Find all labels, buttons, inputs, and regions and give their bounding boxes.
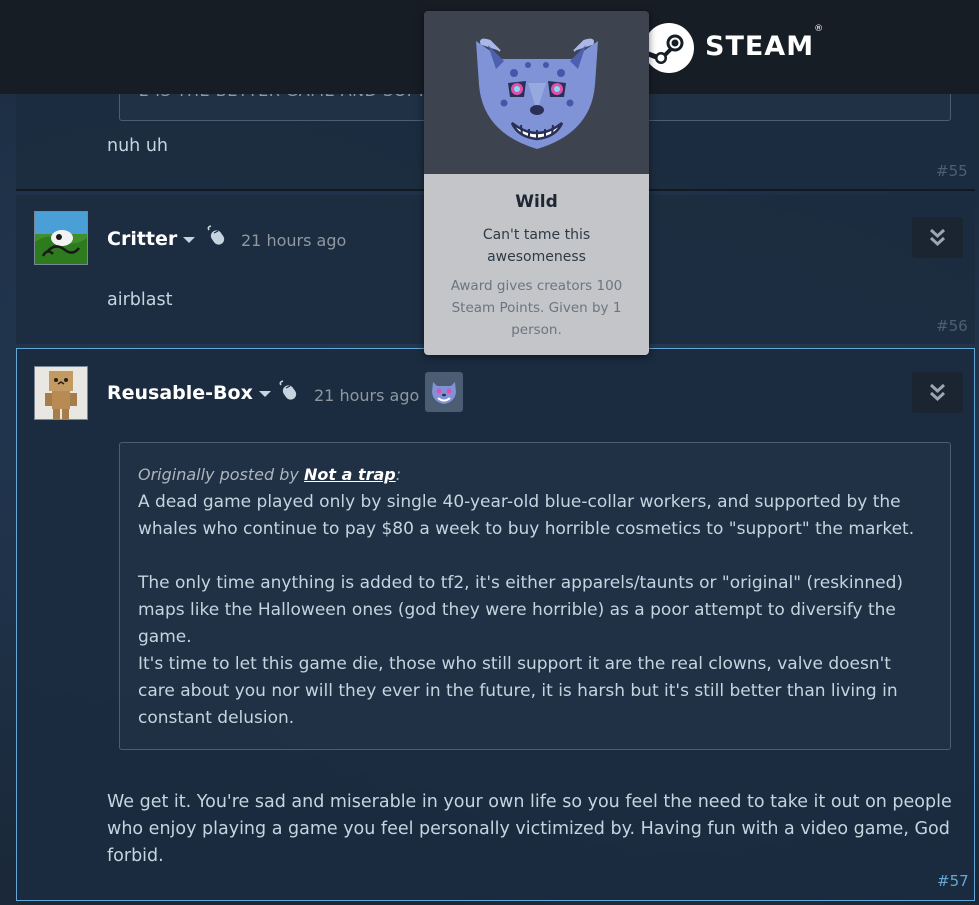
expand-menu-button[interactable] bbox=[912, 217, 963, 258]
reusable-box-avatar-image bbox=[35, 367, 87, 419]
quote-attribution: Originally posted by Not a trap: bbox=[138, 465, 401, 484]
chevron-down-icon[interactable] bbox=[258, 390, 271, 397]
chevron-down-icon[interactable] bbox=[183, 236, 196, 243]
author-name-text: Critter bbox=[107, 228, 178, 250]
tooltip-image-area bbox=[424, 11, 649, 174]
comment-number[interactable]: #55 bbox=[936, 162, 968, 180]
steam-brand[interactable]: STEAM® bbox=[705, 24, 824, 62]
comment-text: We get it. You're sad and miserable in y… bbox=[107, 792, 952, 866]
author-name-text: Reusable-Box bbox=[107, 382, 253, 404]
quote-prefix: Originally posted by bbox=[138, 465, 299, 484]
quoted-author-link[interactable]: Not a trap bbox=[304, 465, 396, 484]
quote-paragraph: The only time anything is added to tf2, … bbox=[138, 573, 904, 647]
award-tooltip: Wild Can't tame this awesomeness Award g… bbox=[424, 11, 649, 355]
post-timestamp[interactable]: 21 hours ago bbox=[314, 386, 419, 405]
quote-paragraph: It's time to let this game die, those wh… bbox=[138, 654, 898, 728]
steam-brand-text: STEAM bbox=[705, 31, 815, 62]
steam-brand-mark: ® bbox=[814, 24, 825, 34]
wild-award-icon bbox=[432, 382, 456, 404]
award-subtitle: Can't tame this awesomeness bbox=[482, 227, 591, 265]
quote-suffix: : bbox=[395, 465, 402, 484]
tooltip-info: Wild Can't tame this awesomeness Award g… bbox=[424, 174, 649, 355]
author-name[interactable]: Reusable-Box bbox=[107, 382, 271, 404]
mouse-icon bbox=[279, 380, 297, 400]
comment-post-57: Reusable-Box 21 hours ago Originally pos… bbox=[16, 348, 975, 901]
chevron-double-down-icon bbox=[929, 383, 946, 402]
comment-number[interactable]: #57 bbox=[937, 872, 969, 890]
award-badge[interactable] bbox=[425, 372, 463, 412]
chevron-double-down-icon bbox=[929, 228, 946, 247]
steam-logo-icon[interactable] bbox=[643, 22, 695, 74]
comment-text: airblast bbox=[107, 290, 173, 310]
avatar[interactable] bbox=[34, 366, 88, 420]
critter-avatar-image bbox=[35, 212, 87, 264]
award-title: Wild bbox=[515, 192, 558, 212]
avatar[interactable] bbox=[34, 211, 88, 265]
quote-paragraph: A dead game played only by single 40-yea… bbox=[138, 492, 915, 539]
award-description: Award gives creators 100 Steam Points. G… bbox=[450, 278, 623, 338]
mouse-icon bbox=[207, 225, 225, 245]
post-timestamp[interactable]: 21 hours ago bbox=[241, 231, 346, 250]
wild-award-icon bbox=[476, 38, 598, 149]
expand-menu-button[interactable] bbox=[912, 372, 963, 413]
comment-text: nuh uh bbox=[107, 136, 169, 156]
quote-block: Originally posted by Not a trap: A dead … bbox=[119, 442, 951, 750]
comment-number[interactable]: #56 bbox=[936, 317, 968, 335]
author-name[interactable]: Critter bbox=[107, 228, 196, 250]
